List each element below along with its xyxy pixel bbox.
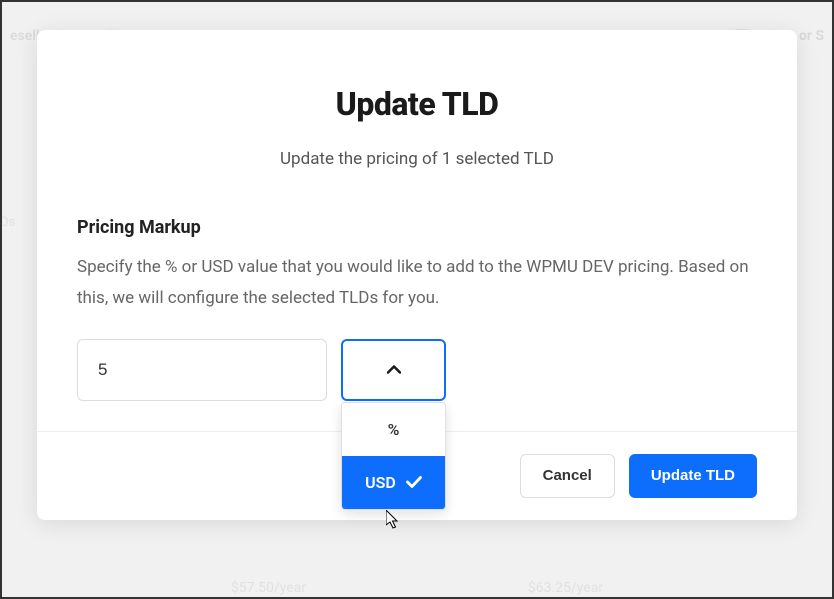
- pricing-markup-heading: Pricing Markup: [77, 217, 757, 238]
- dropdown-option-usd[interactable]: USD: [342, 456, 445, 509]
- option-usd-label: USD: [365, 473, 396, 492]
- cancel-button[interactable]: Cancel: [520, 454, 615, 498]
- update-tld-modal: Update TLD Update the pricing of 1 selec…: [37, 30, 797, 520]
- update-tld-button[interactable]: Update TLD: [629, 454, 757, 498]
- dropdown-trigger[interactable]: [341, 339, 446, 401]
- modal-body: Update TLD Update the pricing of 1 selec…: [37, 30, 797, 431]
- modal-title: Update TLD: [77, 85, 757, 123]
- check-icon: [406, 474, 422, 490]
- modal-subtitle: Update the pricing of 1 selected TLD: [77, 149, 757, 169]
- markup-unit-dropdown: % USD: [341, 339, 446, 401]
- markup-value-input[interactable]: [77, 339, 327, 401]
- chevron-up-icon: [387, 363, 401, 377]
- markup-input-row: % USD: [77, 339, 757, 401]
- dropdown-option-percent[interactable]: %: [342, 403, 445, 456]
- pricing-markup-description: Specify the % or USD value that you woul…: [77, 252, 757, 315]
- option-percent-label: %: [388, 420, 400, 439]
- modal-overlay: Update TLD Update the pricing of 1 selec…: [2, 2, 832, 597]
- dropdown-panel: % USD: [341, 402, 446, 510]
